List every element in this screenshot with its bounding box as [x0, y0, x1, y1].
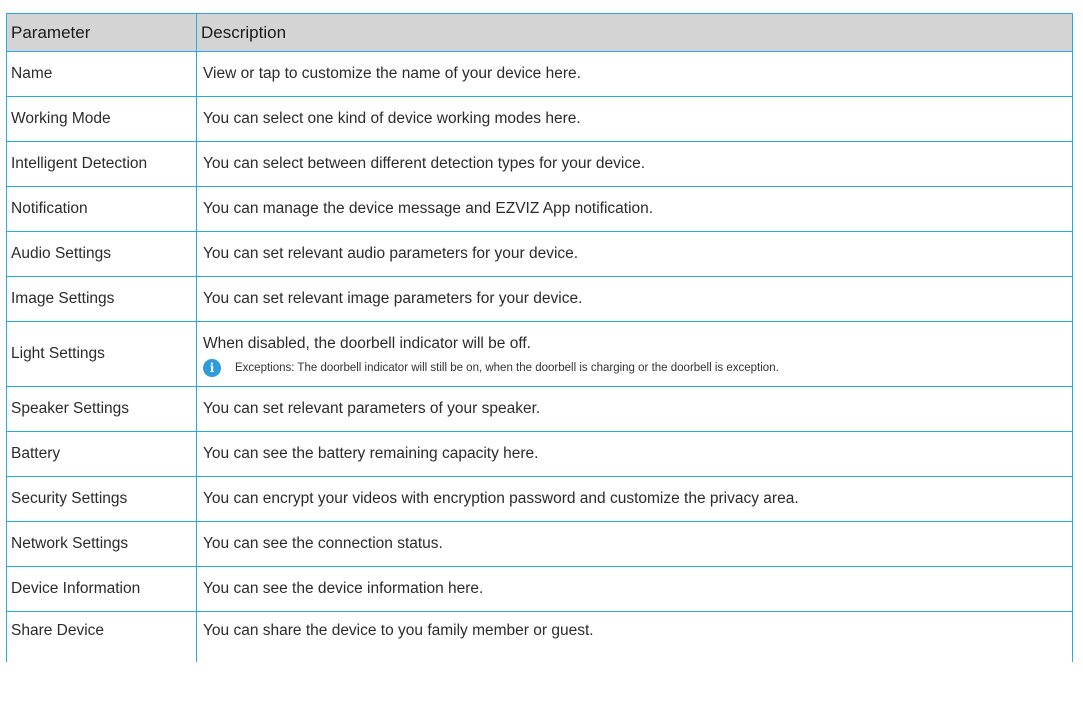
table-row: Name View or tap to customize the name o… — [6, 51, 1073, 97]
table-header-row: Parameter Description — [6, 13, 1073, 52]
table-row: Speaker Settings You can set relevant pa… — [6, 386, 1073, 432]
param-speaker-settings: Speaker Settings — [6, 386, 197, 432]
table-row: Light Settings When disabled, the doorbe… — [6, 321, 1073, 387]
desc-share-device: You can share the device to you family m… — [196, 611, 1073, 662]
parameter-table: Parameter Description Name View or tap t… — [6, 13, 1073, 662]
header-description: Description — [196, 13, 1073, 52]
desc-audio-settings: You can set relevant audio parameters fo… — [196, 231, 1073, 277]
desc-device-information: You can see the device information here. — [196, 566, 1073, 612]
info-icon: i — [203, 359, 221, 377]
desc-image-settings: You can set relevant image parameters fo… — [196, 276, 1073, 322]
table-row: Notification You can manage the device m… — [6, 186, 1073, 232]
param-name: Name — [6, 51, 197, 97]
param-light-settings: Light Settings — [6, 321, 197, 387]
param-security-settings: Security Settings — [6, 476, 197, 522]
desc-network-settings: You can see the connection status. — [196, 521, 1073, 567]
exception-note-text: Exceptions: The doorbell indicator will … — [235, 362, 779, 374]
desc-speaker-settings: You can set relevant parameters of your … — [196, 386, 1073, 432]
desc-notification: You can manage the device message and EZ… — [196, 186, 1073, 232]
exception-note: i Exceptions: The doorbell indicator wil… — [203, 359, 1068, 377]
desc-battery: You can see the battery remaining capaci… — [196, 431, 1073, 477]
param-intelligent-detection: Intelligent Detection — [6, 141, 197, 187]
desc-security-settings: You can encrypt your videos with encrypt… — [196, 476, 1073, 522]
header-parameter: Parameter — [6, 13, 197, 52]
param-audio-settings: Audio Settings — [6, 231, 197, 277]
table-row: Audio Settings You can set relevant audi… — [6, 231, 1073, 277]
table-row: Intelligent Detection You can select bet… — [6, 141, 1073, 187]
param-notification: Notification — [6, 186, 197, 232]
param-network-settings: Network Settings — [6, 521, 197, 567]
table-row: Image Settings You can set relevant imag… — [6, 276, 1073, 322]
param-share-device: Share Device — [6, 611, 197, 662]
light-settings-description: When disabled, the doorbell indicator wi… — [203, 335, 531, 352]
param-device-information: Device Information — [6, 566, 197, 612]
table-row: Share Device You can share the device to… — [6, 611, 1073, 662]
table-row: Network Settings You can see the connect… — [6, 521, 1073, 567]
desc-intelligent-detection: You can select between different detecti… — [196, 141, 1073, 187]
table-row: Battery You can see the battery remainin… — [6, 431, 1073, 477]
table-row: Device Information You can see the devic… — [6, 566, 1073, 612]
table-row: Security Settings You can encrypt your v… — [6, 476, 1073, 522]
param-working-mode: Working Mode — [6, 96, 197, 142]
parameter-table-container: Parameter Description Name View or tap t… — [6, 13, 1073, 662]
param-image-settings: Image Settings — [6, 276, 197, 322]
desc-light-settings: When disabled, the doorbell indicator wi… — [196, 321, 1073, 387]
desc-name: View or tap to customize the name of you… — [196, 51, 1073, 97]
table-row: Working Mode You can select one kind of … — [6, 96, 1073, 142]
desc-working-mode: You can select one kind of device workin… — [196, 96, 1073, 142]
param-battery: Battery — [6, 431, 197, 477]
